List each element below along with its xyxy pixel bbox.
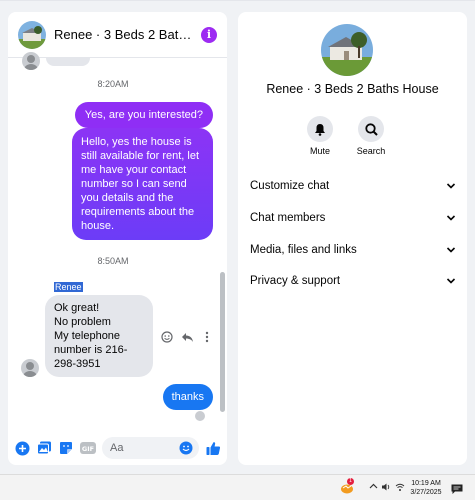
message-input[interactable] xyxy=(110,442,179,454)
chevron-down-icon xyxy=(446,247,456,253)
previous-message-bubble xyxy=(46,58,90,66)
react-icon[interactable] xyxy=(160,330,174,344)
message-input-box[interactable] xyxy=(102,437,199,459)
section-media-files-links[interactable]: Media, files and links xyxy=(250,244,456,256)
contact-avatar[interactable] xyxy=(21,359,39,377)
taskbar: 1 10:19 AM 3/27/2025 xyxy=(0,474,475,500)
section-label: Chat members xyxy=(250,212,326,224)
conversation-info-panel: Renee · 3 Beds 2 Baths House Mute Search… xyxy=(238,12,467,465)
section-customize-chat[interactable]: Customize chat xyxy=(250,180,456,192)
chevron-down-icon xyxy=(446,278,456,284)
scroll-thumb[interactable] xyxy=(220,272,225,412)
timestamp-1: 8:20AM xyxy=(97,79,129,89)
chat-scrollbar[interactable] xyxy=(219,62,225,422)
mute-label: Mute xyxy=(309,146,330,156)
gif-icon[interactable]: GIF xyxy=(80,440,96,456)
timestamp-2: 8:50AM xyxy=(97,256,129,266)
plus-circle-icon[interactable] xyxy=(14,440,30,456)
chevron-down-icon xyxy=(446,183,456,189)
thumbs-up-icon[interactable] xyxy=(205,440,221,456)
mute-button[interactable]: Mute xyxy=(300,116,340,156)
info-icon[interactable]: i xyxy=(201,26,217,43)
message-line: Ok great! xyxy=(54,302,100,314)
search-label: Search xyxy=(356,146,386,156)
section-privacy-support[interactable]: Privacy & support xyxy=(250,275,456,287)
sticker-icon[interactable] xyxy=(58,440,74,456)
sender-name: Renee xyxy=(54,282,83,292)
message-line: My telephone xyxy=(54,330,121,342)
wifi-icon[interactable] xyxy=(395,482,405,492)
chevron-down-icon xyxy=(446,215,456,221)
message-line: 298-3951 xyxy=(54,358,101,370)
emoji-icon[interactable] xyxy=(179,441,193,455)
chat-avatar[interactable] xyxy=(18,20,46,49)
search-icon xyxy=(358,116,384,142)
section-label: Privacy & support xyxy=(250,275,341,287)
section-chat-members[interactable]: Chat members xyxy=(250,212,456,224)
contact-avatar-top xyxy=(22,52,40,70)
chat-title[interactable]: Renee · 3 Beds 2 Baths House xyxy=(54,27,192,42)
chevron-up-icon[interactable] xyxy=(368,482,378,492)
profile-avatar[interactable] xyxy=(321,24,373,76)
section-label: Media, files and links xyxy=(250,244,357,256)
search-button[interactable]: Search xyxy=(351,116,391,156)
message-line: number is 216- xyxy=(54,344,128,356)
message-line: No problem xyxy=(54,316,111,328)
clock-time: 10:19 AM xyxy=(411,480,441,487)
tray-badge: 1 xyxy=(347,478,354,485)
chat-header: Renee · 3 Beds 2 Baths House i xyxy=(8,12,227,58)
profile-name: Renee · 3 Beds 2 Baths House xyxy=(266,82,439,96)
reply-icon[interactable] xyxy=(180,330,194,344)
message-composer: GIF xyxy=(8,432,227,464)
read-receipt-avatar xyxy=(195,411,205,421)
photo-icon[interactable] xyxy=(36,440,52,456)
window-top-border xyxy=(0,0,475,1)
message-outgoing-1[interactable]: Yes, are you interested? xyxy=(74,102,213,128)
system-clock[interactable]: 10:19 AM 3/27/2025 xyxy=(408,479,444,497)
message-actions xyxy=(160,330,214,344)
notification-icon[interactable] xyxy=(451,482,463,494)
bell-icon xyxy=(307,116,333,142)
more-icon[interactable] xyxy=(200,330,214,344)
message-outgoing-3[interactable]: thanks xyxy=(162,384,213,410)
clock-date: 3/27/2025 xyxy=(410,489,442,496)
section-label: Customize chat xyxy=(250,180,330,192)
message-outgoing-2[interactable]: Hello, yes the house is still available … xyxy=(72,128,213,240)
message-incoming-1[interactable]: Ok great! No problem My telephone number… xyxy=(45,295,153,377)
speaker-icon[interactable] xyxy=(381,482,391,492)
svg-text:GIF: GIF xyxy=(82,445,94,453)
chat-panel: Renee · 3 Beds 2 Baths House i 8:20AM Ye… xyxy=(8,12,227,465)
